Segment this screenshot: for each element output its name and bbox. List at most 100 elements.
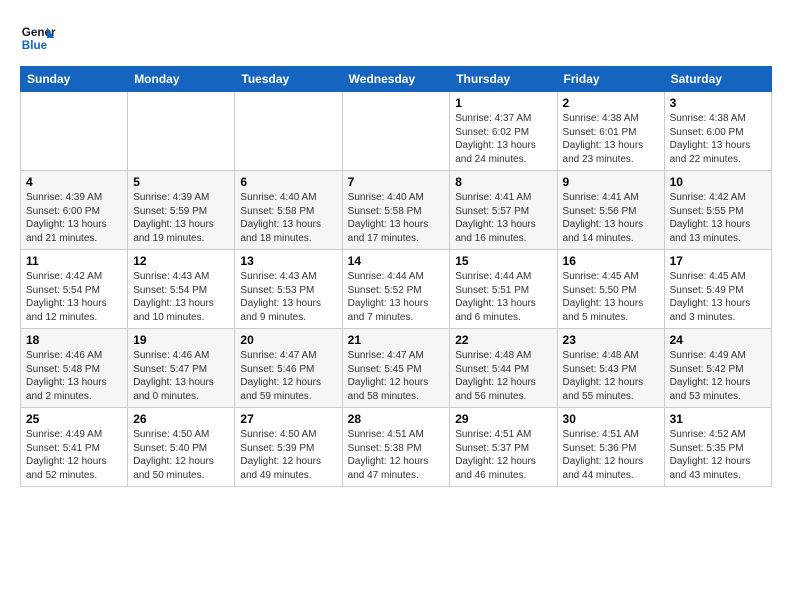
calendar-day-cell: 30Sunrise: 4:51 AMSunset: 5:36 PMDayligh… bbox=[557, 408, 664, 487]
day-number: 6 bbox=[240, 175, 336, 189]
day-number: 4 bbox=[26, 175, 122, 189]
calendar-day-cell: 3 Sunrise: 4:38 AMSunset: 6:00 PMDaylight… bbox=[664, 92, 771, 171]
calendar-day-cell bbox=[342, 92, 450, 171]
calendar-day-cell: 16 Sunrise: 4:45 AMSunset: 5:50 PMDayligh… bbox=[557, 250, 664, 329]
weekday-header-cell: Sunday bbox=[21, 67, 128, 92]
day-info: Sunrise: 4:41 AMSunset: 5:57 PMDaylight:… bbox=[455, 191, 551, 245]
calendar-day-cell bbox=[21, 92, 128, 171]
page-header: General Blue bbox=[20, 20, 772, 56]
day-number: 22 bbox=[455, 333, 551, 347]
day-number: 16 bbox=[563, 254, 659, 268]
calendar-week-row: 11Sunrise: 4:42 AMSunset: 5:54 PMDayligh… bbox=[21, 250, 772, 329]
day-info: Sunrise: 4:43 AMSunset: 5:53 PMDaylight:… bbox=[240, 270, 336, 324]
calendar-day-cell: 5Sunrise: 4:39 AMSunset: 5:59 PMDaylight… bbox=[128, 171, 235, 250]
day-number: 27 bbox=[240, 412, 336, 426]
calendar-day-cell: 6 Sunrise: 4:40 AMSunset: 5:58 PMDaylight… bbox=[235, 171, 342, 250]
calendar-day-cell: 31 Sunrise: 4:52 AMSunset: 5:35 PMDayligh… bbox=[664, 408, 771, 487]
day-info: Sunrise: 4:47 AMSunset: 5:45 PMDaylight:… bbox=[348, 349, 445, 403]
day-number: 29 bbox=[455, 412, 551, 426]
day-number: 31 bbox=[670, 412, 766, 426]
day-info: Sunrise: 4:45 AMSunset: 5:49 PMDaylight:… bbox=[670, 270, 766, 324]
calendar-day-cell: 29 Sunrise: 4:51 AMSunset: 5:37 PMDayligh… bbox=[450, 408, 557, 487]
logo: General Blue bbox=[20, 20, 56, 56]
day-number: 17 bbox=[670, 254, 766, 268]
calendar-day-cell: 9 Sunrise: 4:41 AMSunset: 5:56 PMDaylight… bbox=[557, 171, 664, 250]
calendar-week-row: 4Sunrise: 4:39 AMSunset: 6:00 PMDaylight… bbox=[21, 171, 772, 250]
calendar-week-row: 1 Sunrise: 4:37 AMSunset: 6:02 PMDaylight… bbox=[21, 92, 772, 171]
calendar-day-cell: 19 Sunrise: 4:46 AMSunset: 5:47 PMDayligh… bbox=[128, 329, 235, 408]
calendar-day-cell: 15 Sunrise: 4:44 AMSunset: 5:51 PMDayligh… bbox=[450, 250, 557, 329]
day-number: 11 bbox=[26, 254, 122, 268]
calendar-week-row: 18 Sunrise: 4:46 AMSunset: 5:48 PMDayligh… bbox=[21, 329, 772, 408]
calendar-day-cell: 20 Sunrise: 4:47 AMSunset: 5:46 PMDayligh… bbox=[235, 329, 342, 408]
calendar-day-cell: 28 Sunrise: 4:51 AMSunset: 5:38 PMDayligh… bbox=[342, 408, 450, 487]
day-info: Sunrise: 4:52 AMSunset: 5:35 PMDaylight:… bbox=[670, 428, 766, 482]
calendar-day-cell bbox=[235, 92, 342, 171]
day-info: Sunrise: 4:48 AMSunset: 5:43 PMDaylight:… bbox=[563, 349, 659, 403]
weekday-header-cell: Friday bbox=[557, 67, 664, 92]
day-number: 24 bbox=[670, 333, 766, 347]
day-number: 3 bbox=[670, 96, 766, 110]
day-number: 13 bbox=[240, 254, 336, 268]
calendar-day-cell: 25 Sunrise: 4:49 AMSunset: 5:41 PMDayligh… bbox=[21, 408, 128, 487]
day-number: 8 bbox=[455, 175, 551, 189]
day-number: 20 bbox=[240, 333, 336, 347]
day-number: 15 bbox=[455, 254, 551, 268]
day-info: Sunrise: 4:37 AMSunset: 6:02 PMDaylight:… bbox=[455, 112, 551, 166]
calendar-day-cell: 2 Sunrise: 4:38 AMSunset: 6:01 PMDaylight… bbox=[557, 92, 664, 171]
day-info: Sunrise: 4:46 AMSunset: 5:47 PMDaylight:… bbox=[133, 349, 229, 403]
day-number: 25 bbox=[26, 412, 122, 426]
calendar-day-cell: 14 Sunrise: 4:44 AMSunset: 5:52 PMDayligh… bbox=[342, 250, 450, 329]
day-info: Sunrise: 4:44 AMSunset: 5:52 PMDaylight:… bbox=[348, 270, 445, 324]
svg-text:Blue: Blue bbox=[22, 39, 48, 52]
logo-icon: General Blue bbox=[20, 20, 56, 56]
calendar-day-cell: 26 Sunrise: 4:50 AMSunset: 5:40 PMDayligh… bbox=[128, 408, 235, 487]
day-number: 12 bbox=[133, 254, 229, 268]
day-info: Sunrise: 4:47 AMSunset: 5:46 PMDaylight:… bbox=[240, 349, 336, 403]
day-number: 30 bbox=[563, 412, 659, 426]
day-number: 10 bbox=[670, 175, 766, 189]
weekday-header-cell: Thursday bbox=[450, 67, 557, 92]
day-number: 21 bbox=[348, 333, 445, 347]
calendar-day-cell: 1 Sunrise: 4:37 AMSunset: 6:02 PMDaylight… bbox=[450, 92, 557, 171]
day-number: 28 bbox=[348, 412, 445, 426]
calendar-day-cell: 10 Sunrise: 4:42 AMSunset: 5:55 PMDayligh… bbox=[664, 171, 771, 250]
day-info: Sunrise: 4:38 AMSunset: 6:00 PMDaylight:… bbox=[670, 112, 766, 166]
day-info: Sunrise: 4:40 AMSunset: 5:58 PMDaylight:… bbox=[240, 191, 336, 245]
day-number: 7 bbox=[348, 175, 445, 189]
day-number: 1 bbox=[455, 96, 551, 110]
day-number: 2 bbox=[563, 96, 659, 110]
calendar-day-cell: 21 Sunrise: 4:47 AMSunset: 5:45 PMDayligh… bbox=[342, 329, 450, 408]
day-number: 26 bbox=[133, 412, 229, 426]
weekday-header-cell: Wednesday bbox=[342, 67, 450, 92]
day-number: 23 bbox=[563, 333, 659, 347]
day-info: Sunrise: 4:42 AMSunset: 5:55 PMDaylight:… bbox=[670, 191, 766, 245]
day-number: 19 bbox=[133, 333, 229, 347]
day-number: 18 bbox=[26, 333, 122, 347]
calendar-day-cell: 13 Sunrise: 4:43 AMSunset: 5:53 PMDayligh… bbox=[235, 250, 342, 329]
calendar-day-cell: 24 Sunrise: 4:49 AMSunset: 5:42 PMDayligh… bbox=[664, 329, 771, 408]
day-info: Sunrise: 4:49 AMSunset: 5:41 PMDaylight:… bbox=[26, 428, 122, 482]
calendar-day-cell: 7Sunrise: 4:40 AMSunset: 5:58 PMDaylight… bbox=[342, 171, 450, 250]
day-info: Sunrise: 4:45 AMSunset: 5:50 PMDaylight:… bbox=[563, 270, 659, 324]
day-number: 14 bbox=[348, 254, 445, 268]
calendar-day-cell: 27Sunrise: 4:50 AMSunset: 5:39 PMDayligh… bbox=[235, 408, 342, 487]
day-info: Sunrise: 4:51 AMSunset: 5:38 PMDaylight:… bbox=[348, 428, 445, 482]
calendar-week-row: 25 Sunrise: 4:49 AMSunset: 5:41 PMDayligh… bbox=[21, 408, 772, 487]
calendar-day-cell: 18 Sunrise: 4:46 AMSunset: 5:48 PMDayligh… bbox=[21, 329, 128, 408]
calendar-day-cell: 17 Sunrise: 4:45 AMSunset: 5:49 PMDayligh… bbox=[664, 250, 771, 329]
calendar-day-cell: 12 Sunrise: 4:43 AMSunset: 5:54 PMDayligh… bbox=[128, 250, 235, 329]
day-info: Sunrise: 4:44 AMSunset: 5:51 PMDaylight:… bbox=[455, 270, 551, 324]
day-info: Sunrise: 4:51 AMSunset: 5:37 PMDaylight:… bbox=[455, 428, 551, 482]
day-info: Sunrise: 4:49 AMSunset: 5:42 PMDaylight:… bbox=[670, 349, 766, 403]
day-info: Sunrise: 4:43 AMSunset: 5:54 PMDaylight:… bbox=[133, 270, 229, 324]
day-info: Sunrise: 4:38 AMSunset: 6:01 PMDaylight:… bbox=[563, 112, 659, 166]
day-info: Sunrise: 4:50 AMSunset: 5:40 PMDaylight:… bbox=[133, 428, 229, 482]
day-info: Sunrise: 4:41 AMSunset: 5:56 PMDaylight:… bbox=[563, 191, 659, 245]
calendar-body: 1 Sunrise: 4:37 AMSunset: 6:02 PMDaylight… bbox=[21, 92, 772, 487]
day-info: Sunrise: 4:39 AMSunset: 5:59 PMDaylight:… bbox=[133, 191, 229, 245]
day-info: Sunrise: 4:46 AMSunset: 5:48 PMDaylight:… bbox=[26, 349, 122, 403]
weekday-header-cell: Saturday bbox=[664, 67, 771, 92]
day-number: 9 bbox=[563, 175, 659, 189]
calendar-day-cell bbox=[128, 92, 235, 171]
